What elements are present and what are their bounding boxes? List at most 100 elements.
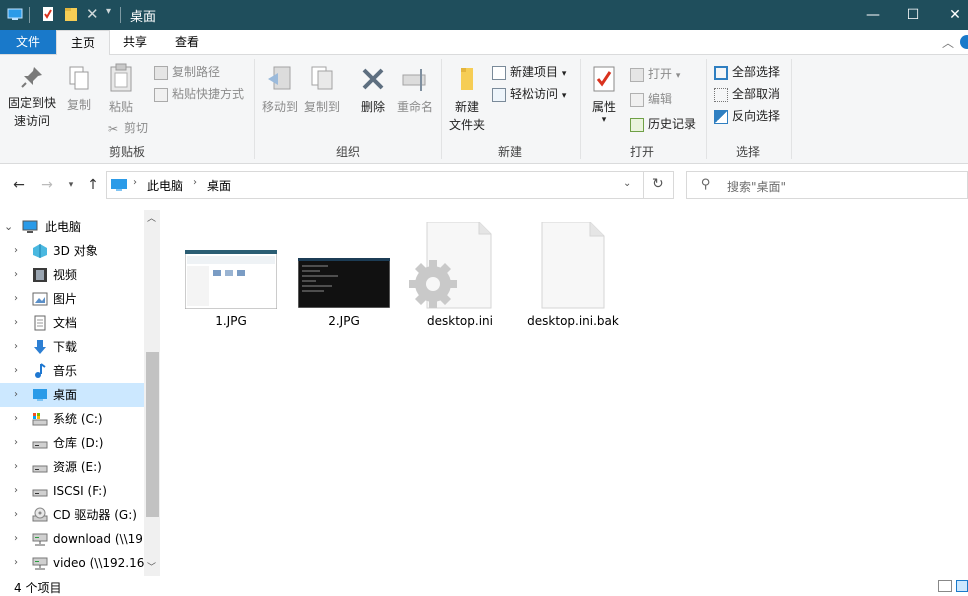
breadcrumb-chevron-icon[interactable]: › <box>133 177 137 188</box>
chevron-right-icon[interactable]: › <box>14 359 18 383</box>
copy-to-label: 复制到 <box>303 100 340 114</box>
nav-pane-scroll-thumb[interactable] <box>146 352 159 517</box>
pc-icon <box>22 220 38 233</box>
file-item[interactable]: desktop.ini <box>405 222 515 332</box>
cut-button[interactable]: ✂ 剪切 <box>106 118 148 138</box>
tree-label: 音乐 <box>53 364 78 378</box>
tree-item-drive-e[interactable]: › 资源 (E:) <box>0 455 144 479</box>
scroll-up-arrow-icon[interactable]: ︿ <box>147 211 156 224</box>
tree-item-network-video[interactable]: › video (\\192.168 <box>0 551 144 575</box>
music-icon <box>35 363 46 378</box>
tree-item-drive-f[interactable]: › ISCSI (F:) <box>0 479 144 503</box>
copy-button[interactable]: 复制 <box>62 65 96 114</box>
chevron-right-icon[interactable]: › <box>14 311 18 335</box>
chevron-right-icon[interactable]: › <box>14 287 18 311</box>
properties-label: 属性 <box>591 100 616 114</box>
maximize-button[interactable]: ☐ <box>890 0 936 30</box>
file-item[interactable]: 2.JPG <box>289 222 399 332</box>
tree-item-drive-d[interactable]: › 仓库 (D:) <box>0 431 144 455</box>
file-name: desktop.ini <box>427 314 493 328</box>
search-box[interactable]: ⚲ 搜索"桌面" <box>686 171 968 199</box>
tree-item-music[interactable]: › 音乐 <box>0 359 144 383</box>
open-button[interactable]: 打开 ▾ <box>630 64 680 84</box>
new-item-dropdown-icon: ▾ <box>561 69 567 79</box>
breadcrumb-this-pc[interactable]: 此电脑 <box>147 177 183 194</box>
address-history-dropdown-icon[interactable]: ⌄ <box>623 178 631 189</box>
tree-item-this-pc[interactable]: ⌄ 此电脑 <box>0 215 144 239</box>
recent-locations-icon[interactable]: ▾ <box>62 176 80 194</box>
tree-item-pictures[interactable]: › 图片 <box>0 287 144 311</box>
copy-to-button[interactable]: 复制到 <box>302 65 342 116</box>
rename-button[interactable]: 重命名 <box>394 65 436 116</box>
expanded-chevron-icon[interactable]: ⌄ <box>4 215 13 239</box>
properties-button[interactable]: 属性 ▾ <box>586 65 622 125</box>
customize-quick-access-icon[interactable]: ▾ <box>106 6 111 17</box>
search-input[interactable]: 搜索"桌面" <box>727 178 786 195</box>
chevron-right-icon[interactable]: › <box>14 479 18 503</box>
select-all-label: 全部选择 <box>732 65 781 79</box>
breadcrumb-chevron-icon[interactable]: › <box>193 177 197 188</box>
chevron-right-icon[interactable]: › <box>14 239 18 263</box>
ribbon-separator <box>441 59 442 159</box>
refresh-button[interactable]: ↻ <box>644 171 674 199</box>
back-arrow-icon[interactable]: ← <box>10 176 28 194</box>
chevron-right-icon[interactable]: › <box>14 383 18 407</box>
copy-path-button[interactable]: 复制路径 <box>154 62 220 82</box>
title-separator <box>120 7 121 23</box>
tree-item-documents[interactable]: › 文档 <box>0 311 144 335</box>
up-arrow-icon[interactable]: ↑ <box>84 176 102 194</box>
new-folder-quick-icon[interactable] <box>63 6 79 22</box>
select-none-button[interactable]: 全部取消 <box>714 84 780 104</box>
chevron-right-icon[interactable]: › <box>14 407 18 431</box>
chevron-right-icon[interactable]: › <box>14 503 18 527</box>
chevron-right-icon[interactable]: › <box>14 335 18 359</box>
details-view-icon[interactable] <box>938 580 952 592</box>
tab-view[interactable]: 查看 <box>164 30 210 54</box>
chevron-right-icon[interactable]: › <box>14 431 18 455</box>
chevron-right-icon[interactable]: › <box>14 551 18 575</box>
address-bar[interactable]: › 此电脑 › 桌面 ⌄ <box>106 171 644 199</box>
select-all-button[interactable]: 全部选择 <box>714 62 780 82</box>
pin-to-quick-access-button[interactable]: 固定到快 速访问 <box>4 65 60 130</box>
move-to-button[interactable]: 移动到 <box>260 65 300 116</box>
chevron-right-icon[interactable]: › <box>14 455 18 479</box>
tab-home[interactable]: 主页 <box>56 30 110 55</box>
close-button[interactable]: ✕ <box>932 0 968 30</box>
invert-selection-button[interactable]: 反向选择 <box>714 106 780 126</box>
tree-item-3d-objects[interactable]: › 3D 对象 <box>0 239 144 263</box>
tree-item-network-download[interactable]: › download (\\19 <box>0 527 144 551</box>
rename-icon <box>402 69 426 91</box>
tree-item-drive-g[interactable]: › CD 驱动器 (G:) <box>0 503 144 527</box>
tree-item-desktop[interactable]: › 桌面 <box>0 383 144 407</box>
breadcrumb-desktop[interactable]: 桌面 <box>207 177 231 194</box>
delete-button[interactable]: 删除 <box>354 65 392 116</box>
edit-button[interactable]: 编辑 <box>630 89 672 109</box>
history-button[interactable]: 历史记录 <box>630 114 696 134</box>
new-folder-label-line1: 新建 <box>454 100 479 114</box>
tab-share[interactable]: 共享 <box>112 30 158 54</box>
cd-drive-icon <box>32 507 48 522</box>
scroll-down-arrow-icon[interactable]: ﹀ <box>147 560 156 573</box>
help-icon[interactable] <box>960 35 968 49</box>
tree-label: 文档 <box>53 316 78 330</box>
chevron-right-icon[interactable]: › <box>14 263 18 287</box>
new-folder-button[interactable]: 新建 文件夹 <box>446 65 488 134</box>
tree-item-video[interactable]: › 视频 <box>0 263 144 287</box>
file-item[interactable]: desktop.ini.bak <box>518 222 628 332</box>
paste-shortcut-button[interactable]: 粘贴快捷方式 <box>154 84 244 104</box>
paste-button[interactable]: 粘贴 <box>104 63 138 116</box>
delete-quick-icon[interactable]: ✕ <box>86 5 99 23</box>
easy-access-button[interactable]: 轻松访问 ▾ <box>492 84 566 104</box>
new-item-button[interactable]: 新建项目 ▾ <box>492 62 566 82</box>
tree-item-drive-c[interactable]: › 系统 (C:) <box>0 407 144 431</box>
large-icons-view-icon[interactable] <box>956 580 968 592</box>
collapse-ribbon-icon[interactable]: ︿ <box>942 34 954 51</box>
tree-item-downloads[interactable]: › 下载 <box>0 335 144 359</box>
tree-label: CD 驱动器 (G:) <box>53 508 137 522</box>
file-item[interactable]: 1.JPG <box>176 222 286 332</box>
chevron-right-icon[interactable]: › <box>14 527 18 551</box>
easy-access-dropdown-icon: ▾ <box>561 91 567 101</box>
properties-quick-icon[interactable] <box>40 6 56 22</box>
forward-arrow-icon[interactable]: → <box>38 176 56 194</box>
tab-file[interactable]: 文件 <box>0 30 56 54</box>
